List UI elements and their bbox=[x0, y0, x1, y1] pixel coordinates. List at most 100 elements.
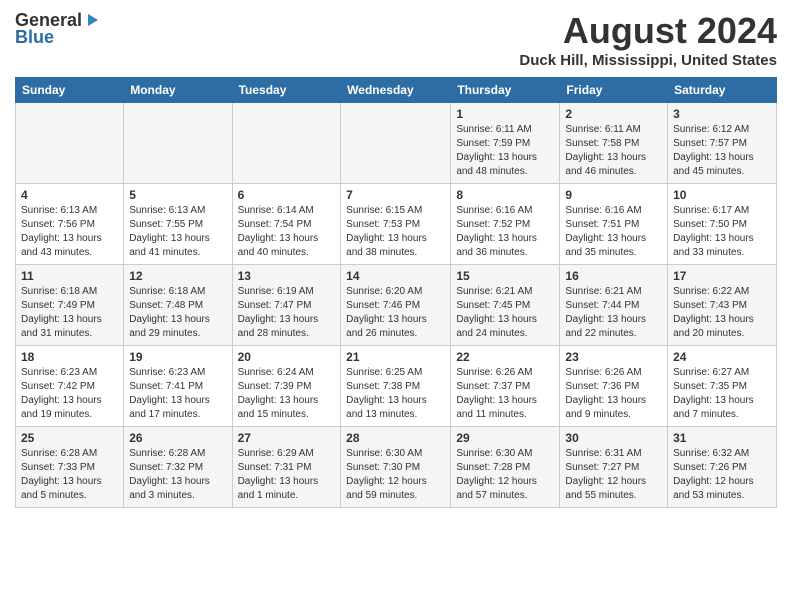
day-number: 23 bbox=[565, 350, 662, 364]
calendar-cell: 23 Sunrise: 6:26 AMSunset: 7:36 PMDayligh… bbox=[560, 346, 668, 427]
day-sun-info: Sunrise: 6:23 AMSunset: 7:41 PMDaylight:… bbox=[129, 366, 226, 422]
day-number: 22 bbox=[456, 350, 554, 364]
day-sun-info: Sunrise: 6:17 AMSunset: 7:50 PMDaylight:… bbox=[673, 204, 771, 260]
calendar-week-row: 11Sunrise: 6:18 AMSunset: 7:49 PMDayligh… bbox=[16, 265, 777, 346]
calendar-cell: 22 Sunrise: 6:26 AMSunset: 7:37 PMDayligh… bbox=[451, 346, 560, 427]
day-number: 3 bbox=[673, 107, 771, 121]
day-sun-info: Sunrise: 6:13 AMSunset: 7:56 PMDaylight:… bbox=[21, 204, 118, 260]
day-sun-info: Sunrise: 6:13 AMSunset: 7:55 PMDaylight:… bbox=[129, 204, 226, 260]
day-number: 21 bbox=[346, 350, 445, 364]
calendar-cell: 20Sunrise: 6:24 AMSunset: 7:39 PMDayligh… bbox=[232, 346, 341, 427]
day-number: 27 bbox=[238, 431, 336, 445]
calendar-cell: 6Sunrise: 6:14 AMSunset: 7:54 PMDaylight… bbox=[232, 184, 341, 265]
day-number: 19 bbox=[129, 350, 226, 364]
calendar-cell bbox=[232, 103, 341, 184]
logo-blue: Blue bbox=[15, 27, 54, 48]
calendar-cell: 25 Sunrise: 6:28 AMSunset: 7:33 PMDayligh… bbox=[16, 427, 124, 508]
month-year: August 2024 bbox=[519, 10, 777, 52]
day-number: 15 bbox=[456, 269, 554, 283]
day-sun-info: Sunrise: 6:29 AMSunset: 7:31 PMDaylight:… bbox=[238, 447, 336, 503]
day-number: 2 bbox=[565, 107, 662, 121]
calendar-cell: 17Sunrise: 6:22 AMSunset: 7:43 PMDayligh… bbox=[668, 265, 777, 346]
calendar-week-row: 18 Sunrise: 6:23 AMSunset: 7:42 PMDayligh… bbox=[16, 346, 777, 427]
day-sun-info: Sunrise: 6:14 AMSunset: 7:54 PMDaylight:… bbox=[238, 204, 336, 260]
calendar-cell: 19 Sunrise: 6:23 AMSunset: 7:41 PMDayligh… bbox=[124, 346, 232, 427]
day-number: 10 bbox=[673, 188, 771, 202]
day-sun-info: Sunrise: 6:32 AMSunset: 7:26 PMDaylight:… bbox=[673, 447, 771, 503]
calendar-cell: 21 Sunrise: 6:25 AMSunset: 7:38 PMDayligh… bbox=[341, 346, 451, 427]
day-number: 1 bbox=[456, 107, 554, 121]
day-number: 28 bbox=[346, 431, 445, 445]
weekday-header-sunday: Sunday bbox=[16, 78, 124, 103]
day-sun-info: Sunrise: 6:26 AMSunset: 7:37 PMDaylight:… bbox=[456, 366, 554, 422]
calendar-cell: 4 Sunrise: 6:13 AMSunset: 7:56 PMDaylight… bbox=[16, 184, 124, 265]
calendar-cell: 30 Sunrise: 6:31 AMSunset: 7:27 PMDayligh… bbox=[560, 427, 668, 508]
calendar-cell: 15 Sunrise: 6:21 AMSunset: 7:45 PMDayligh… bbox=[451, 265, 560, 346]
calendar-cell: 13 Sunrise: 6:19 AMSunset: 7:47 PMDayligh… bbox=[232, 265, 341, 346]
calendar-cell: 1Sunrise: 6:11 AMSunset: 7:59 PMDaylight… bbox=[451, 103, 560, 184]
calendar-cell: 5 Sunrise: 6:13 AMSunset: 7:55 PMDaylight… bbox=[124, 184, 232, 265]
location: Duck Hill, Mississippi, United States bbox=[519, 52, 777, 69]
calendar-cell: 14Sunrise: 6:20 AMSunset: 7:46 PMDayligh… bbox=[341, 265, 451, 346]
logo: General Blue bbox=[15, 10, 100, 48]
day-sun-info: Sunrise: 6:18 AMSunset: 7:49 PMDaylight:… bbox=[21, 285, 118, 341]
calendar-cell: 7 Sunrise: 6:15 AMSunset: 7:53 PMDaylight… bbox=[341, 184, 451, 265]
day-number: 25 bbox=[21, 431, 118, 445]
day-sun-info: Sunrise: 6:25 AMSunset: 7:38 PMDaylight:… bbox=[346, 366, 445, 422]
logo-triangle-icon bbox=[84, 12, 100, 28]
calendar-cell: 24 Sunrise: 6:27 AMSunset: 7:35 PMDayligh… bbox=[668, 346, 777, 427]
day-number: 18 bbox=[21, 350, 118, 364]
title-area: August 2024 Duck Hill, Mississippi, Unit… bbox=[519, 10, 777, 69]
day-sun-info: Sunrise: 6:19 AMSunset: 7:47 PMDaylight:… bbox=[238, 285, 336, 341]
day-number: 24 bbox=[673, 350, 771, 364]
day-sun-info: Sunrise: 6:26 AMSunset: 7:36 PMDaylight:… bbox=[565, 366, 662, 422]
calendar-week-row: 4 Sunrise: 6:13 AMSunset: 7:56 PMDaylight… bbox=[16, 184, 777, 265]
weekday-header-friday: Friday bbox=[560, 78, 668, 103]
day-sun-info: Sunrise: 6:28 AMSunset: 7:32 PMDaylight:… bbox=[129, 447, 226, 503]
weekday-header-row: SundayMondayTuesdayWednesdayThursdayFrid… bbox=[16, 78, 777, 103]
day-sun-info: Sunrise: 6:15 AMSunset: 7:53 PMDaylight:… bbox=[346, 204, 445, 260]
day-number: 26 bbox=[129, 431, 226, 445]
day-sun-info: Sunrise: 6:31 AMSunset: 7:27 PMDaylight:… bbox=[565, 447, 662, 503]
day-sun-info: Sunrise: 6:30 AMSunset: 7:28 PMDaylight:… bbox=[456, 447, 554, 503]
day-number: 13 bbox=[238, 269, 336, 283]
day-sun-info: Sunrise: 6:30 AMSunset: 7:30 PMDaylight:… bbox=[346, 447, 445, 503]
day-number: 16 bbox=[565, 269, 662, 283]
day-sun-info: Sunrise: 6:21 AMSunset: 7:44 PMDaylight:… bbox=[565, 285, 662, 341]
day-sun-info: Sunrise: 6:20 AMSunset: 7:46 PMDaylight:… bbox=[346, 285, 445, 341]
day-sun-info: Sunrise: 6:18 AMSunset: 7:48 PMDaylight:… bbox=[129, 285, 226, 341]
calendar-cell: 28 Sunrise: 6:30 AMSunset: 7:30 PMDayligh… bbox=[341, 427, 451, 508]
header: General Blue August 2024 Duck Hill, Miss… bbox=[15, 10, 777, 69]
calendar-week-row: 25 Sunrise: 6:28 AMSunset: 7:33 PMDayligh… bbox=[16, 427, 777, 508]
day-sun-info: Sunrise: 6:28 AMSunset: 7:33 PMDaylight:… bbox=[21, 447, 118, 503]
calendar-cell bbox=[16, 103, 124, 184]
day-sun-info: Sunrise: 6:27 AMSunset: 7:35 PMDaylight:… bbox=[673, 366, 771, 422]
calendar-cell bbox=[341, 103, 451, 184]
day-sun-info: Sunrise: 6:22 AMSunset: 7:43 PMDaylight:… bbox=[673, 285, 771, 341]
calendar-table: SundayMondayTuesdayWednesdayThursdayFrid… bbox=[15, 77, 777, 508]
day-sun-info: Sunrise: 6:12 AMSunset: 7:57 PMDaylight:… bbox=[673, 123, 771, 179]
weekday-header-thursday: Thursday bbox=[451, 78, 560, 103]
day-sun-info: Sunrise: 6:24 AMSunset: 7:39 PMDaylight:… bbox=[238, 366, 336, 422]
calendar-cell: 8 Sunrise: 6:16 AMSunset: 7:52 PMDaylight… bbox=[451, 184, 560, 265]
calendar-cell bbox=[124, 103, 232, 184]
day-number: 12 bbox=[129, 269, 226, 283]
weekday-header-saturday: Saturday bbox=[668, 78, 777, 103]
day-number: 9 bbox=[565, 188, 662, 202]
day-number: 29 bbox=[456, 431, 554, 445]
calendar-cell: 16 Sunrise: 6:21 AMSunset: 7:44 PMDayligh… bbox=[560, 265, 668, 346]
day-number: 4 bbox=[21, 188, 118, 202]
calendar-cell: 2 Sunrise: 6:11 AMSunset: 7:58 PMDaylight… bbox=[560, 103, 668, 184]
day-sun-info: Sunrise: 6:23 AMSunset: 7:42 PMDaylight:… bbox=[21, 366, 118, 422]
day-number: 8 bbox=[456, 188, 554, 202]
calendar-cell: 10 Sunrise: 6:17 AMSunset: 7:50 PMDayligh… bbox=[668, 184, 777, 265]
day-sun-info: Sunrise: 6:21 AMSunset: 7:45 PMDaylight:… bbox=[456, 285, 554, 341]
calendar-cell: 11Sunrise: 6:18 AMSunset: 7:49 PMDayligh… bbox=[16, 265, 124, 346]
day-number: 30 bbox=[565, 431, 662, 445]
calendar-cell: 18 Sunrise: 6:23 AMSunset: 7:42 PMDayligh… bbox=[16, 346, 124, 427]
day-number: 5 bbox=[129, 188, 226, 202]
day-sun-info: Sunrise: 6:11 AMSunset: 7:58 PMDaylight:… bbox=[565, 123, 662, 179]
day-number: 7 bbox=[346, 188, 445, 202]
day-sun-info: Sunrise: 6:16 AMSunset: 7:52 PMDaylight:… bbox=[456, 204, 554, 260]
calendar-cell: 9Sunrise: 6:16 AMSunset: 7:51 PMDaylight… bbox=[560, 184, 668, 265]
